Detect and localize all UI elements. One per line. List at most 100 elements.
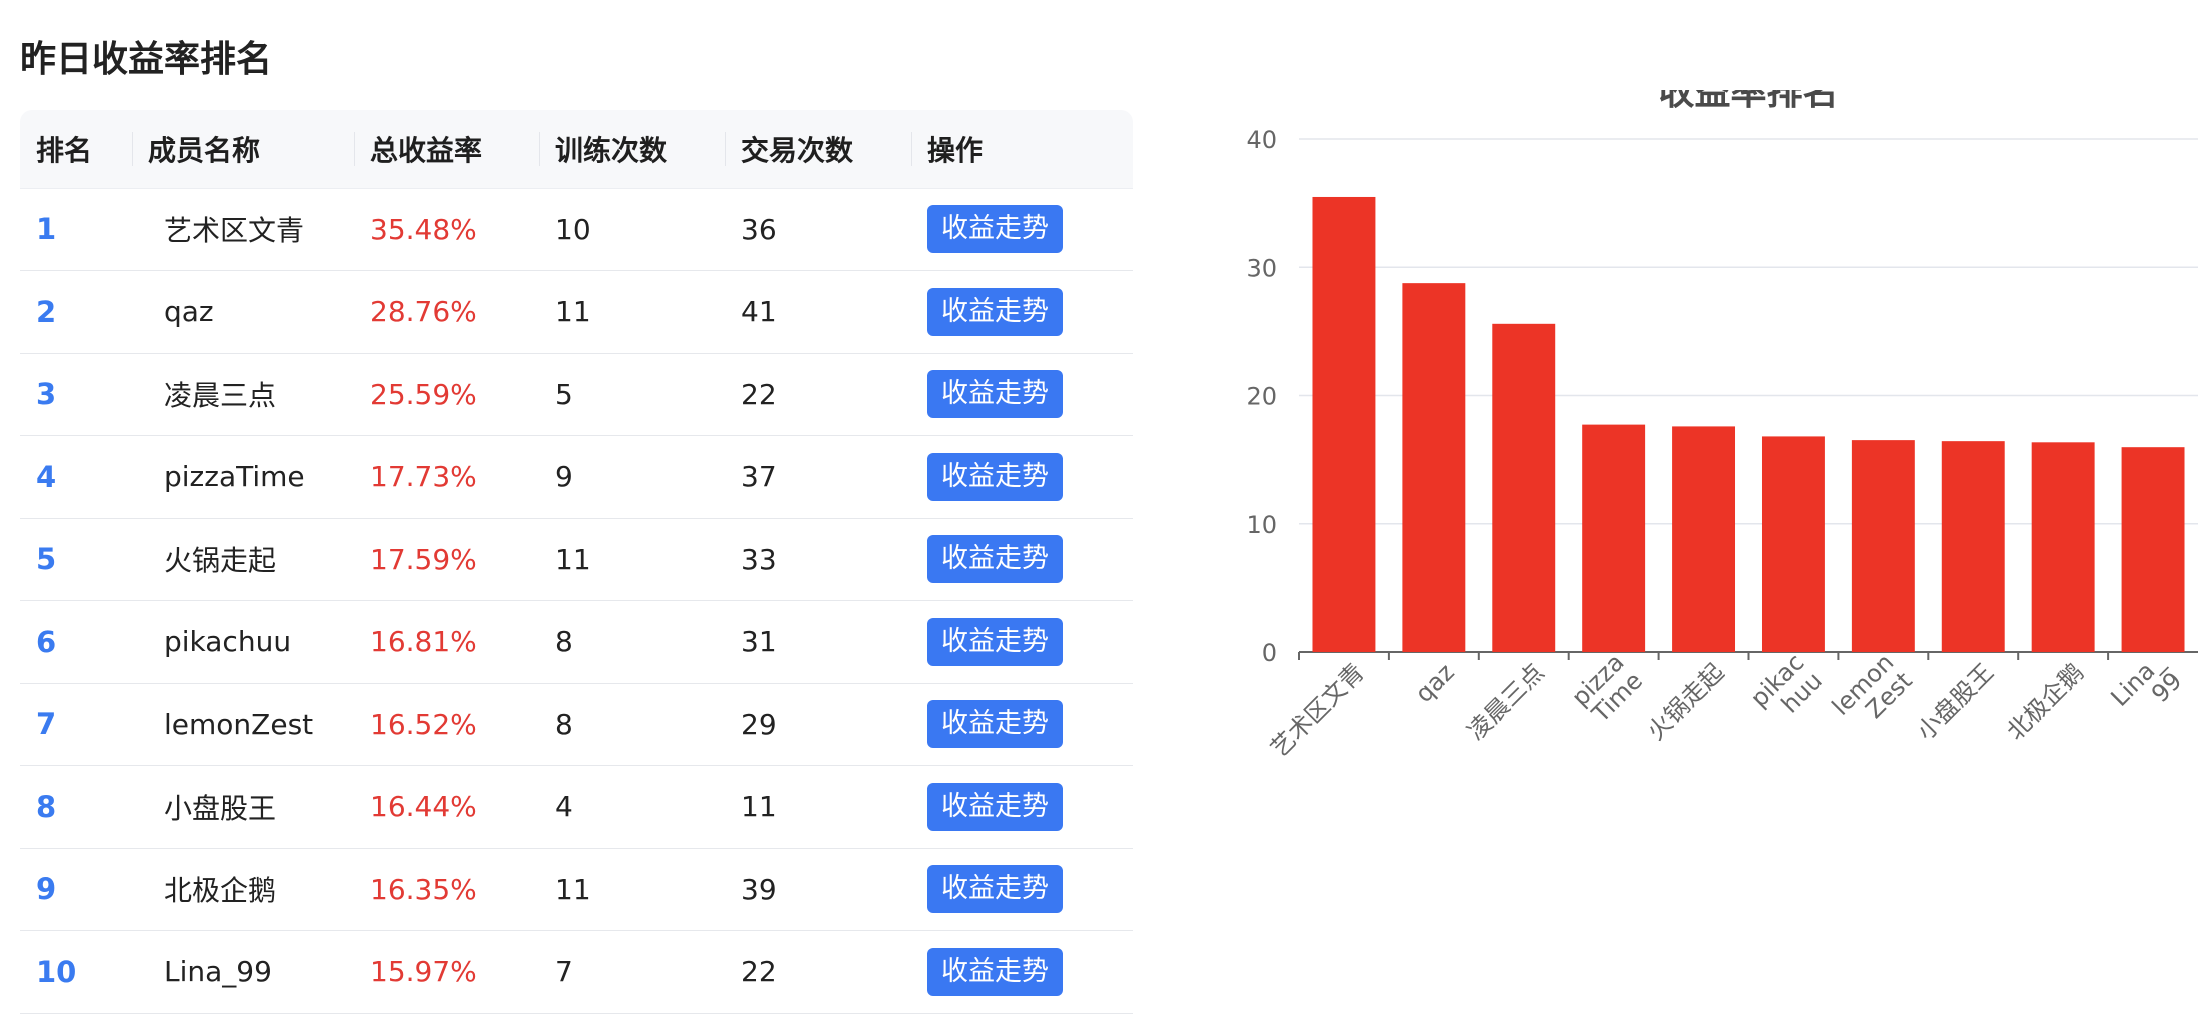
x-tick-label-group: 凌晨三点 [1462,658,1550,746]
table-row: 9 北极企鹅 16.35% 11 39 收益走势 [20,848,1133,931]
x-tick-label-group: 艺术区文青 [1265,658,1370,763]
bar[interactable] [1941,441,2005,652]
training-count-cell: 8 [555,625,573,659]
ranking-table-container: 排名 成员名称 总收益率 训练次数 交易次数 操作 1 艺术区文青 35.48% 10… [20,110,1133,1014]
column-header-trainings: 训练次数 [539,110,725,189]
member-name-cell: pikachuu [164,625,292,659]
bar[interactable] [1851,440,1915,652]
y-tick-label: 30 [1246,254,1277,282]
trade-count-cell: 33 [741,542,777,576]
total-return-cell: 16.35% [370,872,477,906]
bar[interactable] [2121,447,2185,652]
return-trend-button[interactable]: 收益走势 [927,205,1063,254]
x-tick-label-group: pikachuu [1745,648,1828,731]
table-body: 1 艺术区文青 35.48% 10 36 收益走势 2 qaz 28.76% 11 41 收益走势 3 凌… [20,188,1133,1013]
trade-count-cell: 22 [741,955,777,989]
training-count-cell: 9 [555,460,573,494]
y-tick-label: 20 [1246,383,1277,411]
total-return-cell: 17.59% [370,542,477,576]
trade-count-cell: 29 [741,707,777,741]
action-cell: 收益走势 [911,848,1133,931]
member-name-cell: 凌晨三点 [164,379,277,413]
rank-cell: 3 [36,377,57,412]
trade-count-cell: 39 [741,872,777,906]
x-tick-label-group: 小盘股王 [1911,658,1999,746]
training-count-cell: 11 [555,542,591,576]
ranking-table: 排名 成员名称 总收益率 训练次数 交易次数 操作 1 艺术区文青 35.48% 10… [20,110,1133,1014]
training-count-cell: 7 [555,955,573,989]
x-tick-label: 凌晨三点 [1462,658,1550,746]
x-tick-label: pizzaTime [1566,648,1648,730]
bar[interactable] [1582,424,1646,652]
y-tick-label: 0 [1262,639,1277,667]
bar[interactable] [1761,436,1825,652]
member-name-cell: 小盘股王 [164,791,277,825]
action-cell: 收益走势 [911,436,1133,519]
x-tick-label: qaz [1410,658,1460,708]
bar[interactable] [1312,196,1376,652]
training-count-cell: 4 [555,790,573,824]
training-count-cell: 8 [555,707,573,741]
table-row: 7 lemonZest 16.52% 8 29 收益走势 [20,683,1133,766]
x-tick-label: 北极企鹅 [2001,658,2089,746]
total-return-cell: 15.97% [370,955,477,989]
action-cell: 收益走势 [911,518,1133,601]
total-return-cell: 16.81% [370,625,477,659]
training-count-cell: 11 [555,295,591,329]
table-row: 6 pikachuu 16.81% 8 31 收益走势 [20,601,1133,684]
y-tick-label: 10 [1246,511,1277,539]
training-count-cell: 5 [555,377,573,411]
ranking-page: 昨日收益率排名 排名 成员名称 总收益率 训练次数 交易次数 操作 1 艺术区文… [0,0,2200,1020]
chart-title: 收益率排名 [1658,90,1838,113]
rank-cell: 8 [36,789,57,824]
total-return-cell: 16.44% [370,790,477,824]
column-header-action: 操作 [911,110,1133,189]
x-tick-label-group: Lina_99 [2105,648,2188,731]
table-row: 3 凌晨三点 25.59% 5 22 收益走势 [20,353,1133,436]
member-name-cell: qaz [164,295,214,329]
action-cell: 收益走势 [911,766,1133,849]
action-cell: 收益走势 [911,353,1133,436]
total-return-cell: 25.59% [370,377,477,411]
bar[interactable] [1672,426,1736,652]
return-trend-button[interactable]: 收益走势 [927,782,1063,831]
bar[interactable] [1492,323,1556,652]
x-tick-label: Lina_99 [2105,648,2188,731]
action-cell: 收益走势 [911,931,1133,1014]
x-tick-label-line: qaz [1410,658,1460,708]
x-tick-label: pikachuu [1745,648,1828,731]
x-tick-label-line: 火锅走起 [1642,658,1730,746]
rank-cell: 7 [36,707,57,742]
table-row: 8 小盘股王 16.44% 4 11 收益走势 [20,766,1133,849]
x-tick-label-group: 北极企鹅 [2001,658,2089,746]
action-cell: 收益走势 [911,683,1133,766]
return-trend-button[interactable]: 收益走势 [927,865,1063,914]
trade-count-cell: 41 [741,295,777,329]
action-cell: 收益走势 [911,601,1133,684]
rank-cell: 6 [36,624,57,659]
column-header-rate: 总收益率 [354,110,539,189]
trade-count-cell: 31 [741,625,777,659]
member-name-cell: Lina_99 [164,955,272,989]
column-header-member: 成员名称 [132,110,354,189]
bar-chart: 收益率排名 0 10 20 30 40 艺术区文青 qaz 凌晨三点 pizzaTime火锅走起 p… [1246,90,2198,763]
bar[interactable] [2031,442,2095,652]
rank-cell: 2 [36,294,57,329]
return-trend-button[interactable]: 收益走势 [927,947,1063,996]
bar[interactable] [1402,283,1466,652]
x-tick-label: lemonZest [1827,648,1918,739]
x-tick-label-group: qaz [1410,658,1460,708]
return-trend-button[interactable]: 收益走势 [927,700,1063,749]
x-tick-label-line: 小盘股王 [1911,658,1999,746]
rank-cell: 1 [36,212,57,247]
trade-count-cell: 37 [741,460,777,494]
return-trend-button[interactable]: 收益走势 [927,452,1063,501]
return-trend-button[interactable]: 收益走势 [927,535,1063,584]
return-trend-button[interactable]: 收益走势 [927,370,1063,419]
training-count-cell: 10 [555,212,591,246]
member-name-cell: pizzaTime [164,460,305,494]
total-return-cell: 28.76% [370,295,477,329]
return-trend-button[interactable]: 收益走势 [927,617,1063,666]
column-header-trades: 交易次数 [725,110,911,189]
return-trend-button[interactable]: 收益走势 [927,287,1063,336]
